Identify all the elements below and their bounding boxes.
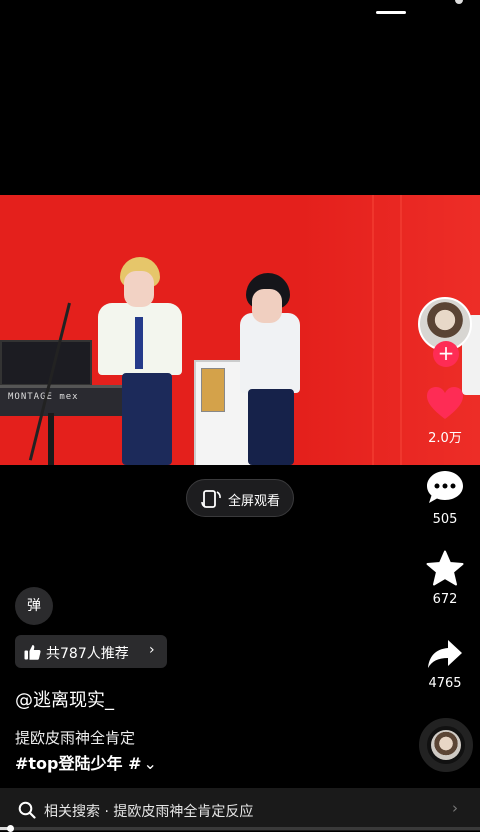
related-search-bar[interactable]: 相关搜索 · 提欧皮雨神全肯定反应 › — [0, 788, 480, 831]
video-player[interactable]: MONTAGE mex — [0, 195, 480, 465]
fullscreen-button[interactable]: 全屏观看 — [186, 479, 294, 517]
author-name[interactable]: @逃离现实_ — [15, 686, 114, 712]
plus-icon: + — [437, 341, 455, 365]
favorite-count: 672 — [432, 592, 458, 607]
status-indicator-dot — [455, 0, 463, 4]
fullscreen-rotate-icon — [201, 490, 221, 508]
music-disc[interactable] — [419, 718, 473, 772]
recommend-label: 共787人推荐 — [46, 646, 129, 662]
thumbs-up-icon — [24, 645, 41, 660]
status-indicator-line — [376, 11, 406, 14]
danmu-toggle-button[interactable]: 弹 — [15, 587, 53, 625]
search-icon — [18, 801, 36, 819]
related-search-label: 相关搜索 · 提欧皮雨神全肯定反应 — [44, 804, 254, 820]
danmu-label: 弹 — [27, 598, 41, 614]
chevron-right-icon: › — [452, 799, 458, 817]
follow-button[interactable]: + — [433, 341, 459, 367]
star-icon — [426, 550, 464, 586]
performer-left — [92, 257, 188, 465]
chevron-down-icon[interactable]: ⌄ — [143, 754, 156, 773]
performer-right — [236, 273, 306, 465]
heart-icon — [427, 387, 463, 419]
music-cover — [431, 730, 461, 760]
fullscreen-label: 全屏观看 — [228, 494, 281, 509]
post-caption: 提欧皮雨神全肯定 — [15, 729, 136, 747]
keyboard-stand — [48, 413, 54, 465]
chevron-right-icon: › — [149, 642, 155, 658]
post-hashtags[interactable]: #top登陆少年 # ⌄ — [15, 750, 157, 774]
recommend-pill[interactable]: 共787人推荐 › — [15, 635, 167, 668]
comment-button[interactable]: 505 — [410, 468, 480, 527]
comment-bubble-icon — [427, 471, 463, 503]
comment-count: 505 — [432, 512, 458, 527]
share-button[interactable]: 4765 — [410, 638, 480, 691]
share-arrow-icon — [428, 640, 462, 668]
share-count: 4765 — [428, 676, 462, 691]
hashtag-text[interactable]: #top登陆少年 # — [15, 754, 141, 773]
favorite-button[interactable]: 672 — [410, 550, 480, 607]
video-progress-bar[interactable] — [0, 825, 480, 832]
stage-monitor — [0, 340, 92, 386]
like-button[interactable]: 2.0万 — [410, 385, 480, 446]
like-count: 2.0万 — [428, 431, 462, 446]
